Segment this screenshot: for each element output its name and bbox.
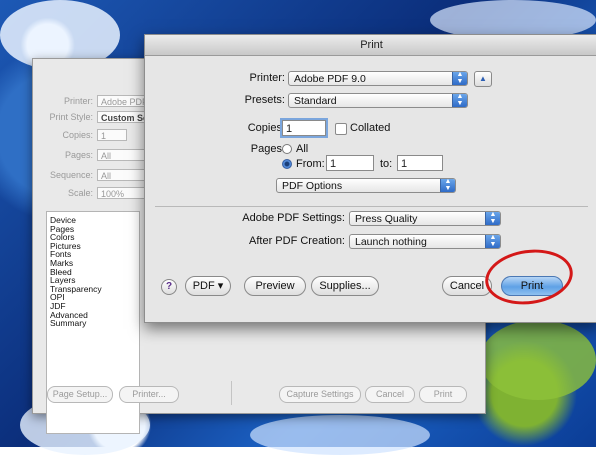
preview-button[interactable]: Preview [244,276,306,296]
printer-label: Printer: [63,96,93,106]
pdf-settings-value: Press Quality [355,213,418,225]
after-creation-value: Launch nothing [355,236,427,248]
sequence-popup[interactable]: All [97,169,145,181]
presets-popup[interactable]: Standard ▲ ▼ [288,93,468,108]
from-field[interactable]: 1 [326,155,374,171]
scale-label: Scale: [67,188,93,198]
pages-label: Pages: [64,150,93,160]
back-print-button[interactable]: Print [419,386,467,403]
printer-value: Adobe PDF 9.0 [294,73,366,85]
from-label: From: [296,158,325,170]
all-pages-radio[interactable] [282,144,292,154]
pdf-settings-popup[interactable]: Press Quality ▲ ▼ [349,211,501,226]
printer-popup[interactable]: Adobe PDF 9.0 ▲ ▼ [288,71,468,86]
list-item[interactable]: Summary [50,319,136,328]
to-label: to: [380,158,393,170]
page-setup-button[interactable]: Page Setup... [47,386,113,403]
pdf-settings-label: Adobe PDF Settings: [242,212,345,224]
after-creation-label: After PDF Creation: [249,235,345,247]
copies-label: Copies: [247,122,285,134]
printer-label: Printer: [249,72,285,84]
pages-label: Pages: [250,143,285,155]
printer-popup[interactable]: Adobe PDF [97,95,145,107]
supplies-button[interactable]: Supplies... [311,276,379,296]
sequence-label: Sequence: [49,170,93,180]
popup-arrows-icon: ▲ ▼ [485,211,500,225]
back-cancel-button[interactable]: Cancel [365,386,415,403]
divider [231,381,232,405]
pdf-menu-button[interactable]: PDF ▾ [185,276,231,296]
pdf-options-value: PDF Options [282,180,343,192]
presets-label: Presets: [244,94,285,106]
after-creation-popup[interactable]: Launch nothing ▲ ▼ [349,234,501,249]
popup-arrows-icon: ▲ ▼ [485,234,500,248]
capture-settings-button[interactable]: Capture Settings [279,386,361,403]
popup-arrows-icon: ▲ ▼ [452,71,467,85]
disclosure-triangle-icon[interactable]: ▲ [474,71,492,87]
scale-field[interactable]: 100% [97,187,145,199]
page-range-radio[interactable] [282,159,292,169]
paint-splash [480,320,596,400]
pages-field[interactable]: All [97,149,145,161]
popup-arrows-icon: ▲ ▼ [452,93,467,107]
presets-value: Standard [294,95,337,107]
all-label: All [296,143,309,155]
copies-label: Copies: [62,130,93,140]
help-button[interactable]: ? [161,279,177,295]
print-style-popup[interactable]: Custom Se [97,111,145,123]
collated-label: Collated [350,122,391,134]
printer-button[interactable]: Printer... [119,386,179,403]
print-style-label: Print Style: [49,112,93,122]
dialog-title: Print [145,35,596,56]
separator [155,206,588,207]
paint-splash [250,415,430,455]
collated-checkbox[interactable] [335,123,347,135]
popup-arrows-icon: ▲ ▼ [440,178,455,192]
copies-field[interactable]: 1 [282,120,326,136]
pdf-options-popup[interactable]: PDF Options ▲ ▼ [276,178,456,193]
copies-field[interactable]: 1 [97,129,127,141]
to-field[interactable]: 1 [397,155,443,171]
